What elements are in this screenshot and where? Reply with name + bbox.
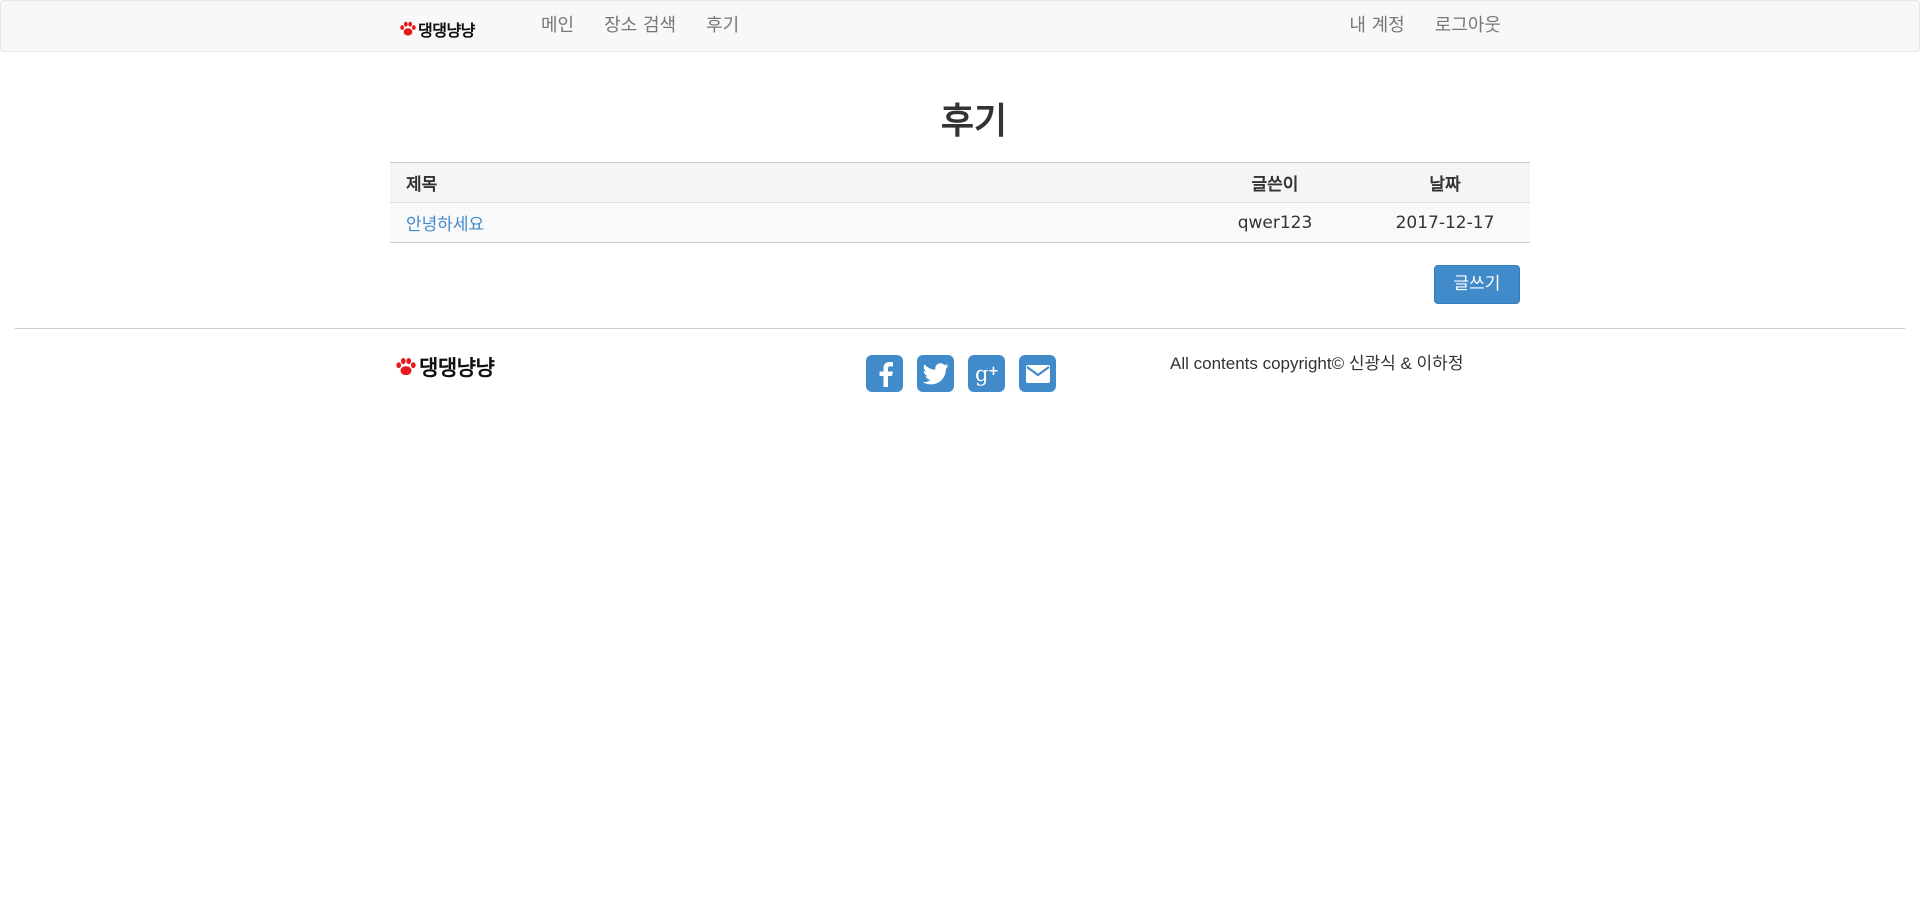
mail-icon[interactable] [1019,355,1056,392]
nav-link-main[interactable]: 메인 [526,1,589,51]
footer-logo: 댕댕냥냥 [395,352,495,382]
social-links: g + [866,355,1056,392]
nav-link-logout[interactable]: 로그아웃 [1420,1,1516,51]
header-date: 날짜 [1429,175,1461,195]
brand-logo[interactable]: 댕댕냥냥 [399,17,475,41]
review-table: 제목 글쓴이 날짜 안녕하세요 qwer123 2017-12-17 [390,162,1530,243]
table-header-row: 제목 글쓴이 날짜 [390,162,1530,203]
header-title: 제목 [406,175,438,195]
google-plus-icon[interactable]: g + [968,355,1005,392]
twitter-icon[interactable] [917,355,954,392]
row-title-cell: 안녕하세요 [390,203,1190,243]
post-title-link[interactable]: 안녕하세요 [406,215,484,235]
paw-icon [396,358,416,376]
nav-link-my-account[interactable]: 내 계정 [1334,1,1419,51]
nav-link-place-search[interactable]: 장소 검색 [589,1,691,51]
nav-right: 내 계정 로그아웃 [1334,1,1516,51]
footer-divider [15,328,1905,329]
brand-name: 댕댕냥냥 [418,21,475,40]
navbar: 댕댕냥냥 메인 장소 검색 후기 내 계정 로그아웃 [0,0,1920,52]
row-author: qwer123 [1237,212,1313,233]
navbar-container: 댕댕냥냥 메인 장소 검색 후기 내 계정 로그아웃 [391,1,1531,51]
nav-link-reviews[interactable]: 후기 [691,1,754,51]
copyright-text: All contents copyright© 신광식 & 이하정 [1170,354,1464,373]
page-title: 후기 [940,101,1008,142]
header-author: 글쓴이 [1251,175,1299,195]
footer-brand-name: 댕댕냥냥 [419,356,495,380]
facebook-icon[interactable] [866,355,903,392]
svg-text:+: + [988,364,999,379]
paw-icon [400,21,416,36]
row-date: 2017-12-17 [1395,212,1495,233]
nav-left: 메인 장소 검색 후기 [526,1,754,51]
table-row: 안녕하세요 qwer123 2017-12-17 [390,202,1530,243]
write-button[interactable]: 글쓰기 [1434,265,1520,304]
svg-text:g: g [975,362,988,386]
